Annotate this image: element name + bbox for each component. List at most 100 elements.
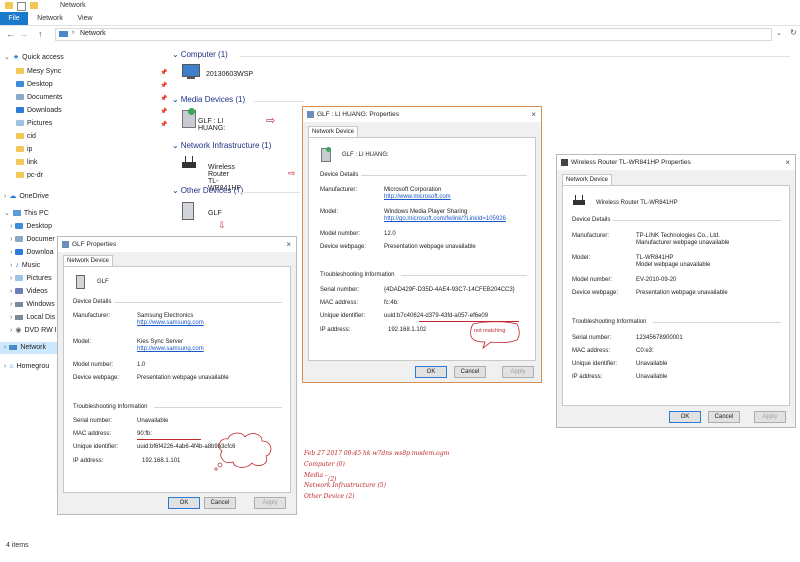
- up-icon[interactable]: ↑: [38, 29, 43, 39]
- section-divider: [401, 275, 527, 276]
- router-icon: [182, 162, 196, 168]
- sidebar-item-desktop[interactable]: › Desktop: [10, 221, 52, 233]
- tab-network[interactable]: Network: [32, 12, 68, 25]
- model-number-value: 1.0: [137, 362, 146, 368]
- sidebar-item-downloads[interactable]: › Downloa: [10, 247, 54, 259]
- group-header-computer[interactable]: ⌄ Computer (1): [172, 50, 228, 59]
- sidebar-item-downloads[interactable]: Downloads: [16, 105, 62, 117]
- sidebar-item-cid[interactable]: cid: [16, 131, 36, 143]
- sidebar-item-desktop[interactable]: Desktop: [16, 79, 53, 91]
- chevron-right-icon: ›: [4, 193, 7, 200]
- field-label: Manufacturer:: [73, 313, 111, 319]
- properties-icon[interactable]: [17, 2, 26, 11]
- sidebar-item-label: Network: [20, 344, 47, 351]
- sidebar-item-quick-access[interactable]: ⌄ ★ Quick access: [4, 52, 64, 64]
- manufacturer-link[interactable]: http://www.microsoft.com: [384, 194, 451, 200]
- dropdown-icon[interactable]: ⌄: [776, 29, 782, 37]
- cancel-button[interactable]: Cancel: [204, 497, 236, 509]
- pin-icon[interactable]: 📌: [160, 82, 167, 89]
- pin-icon[interactable]: 📌: [160, 108, 167, 115]
- device-label: GLF: [208, 210, 222, 217]
- sidebar-item-documents[interactable]: Documents: [16, 92, 62, 104]
- field-label: Serial number:: [320, 287, 360, 293]
- sidebar-item-mesy-sync[interactable]: Mesy Sync: [16, 66, 61, 78]
- sidebar-item-documents[interactable]: › Documer: [10, 234, 55, 246]
- close-icon[interactable]: ×: [286, 237, 291, 252]
- ok-button[interactable]: OK: [168, 497, 200, 509]
- apply-button[interactable]: Apply: [502, 366, 534, 378]
- back-icon[interactable]: ←: [6, 29, 15, 39]
- forward-icon[interactable]: →: [19, 29, 28, 39]
- tab-network-device[interactable]: Network Device: [562, 174, 613, 185]
- close-icon[interactable]: ×: [531, 107, 536, 122]
- group-title: Media Devices (1): [180, 95, 246, 104]
- sidebar-item-onedrive[interactable]: › ☁ OneDrive: [4, 191, 49, 203]
- sidebar-item-videos[interactable]: › Videos: [10, 286, 48, 298]
- sidebar-item-pictures[interactable]: › Pictures: [10, 273, 52, 285]
- manufacturer-link[interactable]: http://www.samsung.com: [137, 320, 204, 326]
- sidebar-item-label: Downloads: [27, 107, 62, 114]
- model-link[interactable]: http://go.microsoft.com/fwlink/?LinkId=1…: [384, 216, 506, 222]
- app-icon: [561, 159, 568, 166]
- field-label: IP address:: [73, 458, 104, 464]
- pin-icon[interactable]: 📌: [160, 95, 167, 102]
- dialog-glf-properties: GLF Properties × Network Device GLF Devi…: [57, 236, 297, 515]
- sidebar-item-ip[interactable]: ip: [16, 144, 32, 156]
- field-label: MAC address:: [73, 431, 112, 437]
- field-label: Device webpage:: [320, 244, 367, 250]
- field-label: Model:: [73, 339, 92, 345]
- ok-button[interactable]: OK: [669, 411, 701, 423]
- close-icon[interactable]: ×: [785, 155, 790, 170]
- chevron-down-icon: ⌄: [172, 186, 179, 195]
- sidebar-item-music[interactable]: › ♪ Music: [10, 260, 40, 272]
- sidebar-item-label: pc-dr: [27, 172, 43, 179]
- music-icon: ♪: [15, 262, 19, 269]
- field-label: MAC address:: [320, 300, 359, 306]
- section-troubleshooting: Troubleshooting Information: [572, 319, 647, 325]
- sidebar-item-pictures[interactable]: Pictures: [16, 118, 52, 130]
- new-folder-icon[interactable]: [30, 2, 38, 9]
- cancel-button[interactable]: Cancel: [454, 366, 486, 378]
- tab-network-device[interactable]: Network Device: [308, 126, 359, 137]
- sidebar-item-homegroup[interactable]: › ⌂ Homegrou: [4, 361, 49, 373]
- router-icon: [573, 200, 585, 205]
- model-link[interactable]: http://www.samsung.com: [137, 346, 204, 352]
- chevron-right-icon: ›: [10, 236, 13, 243]
- annotation-line-3: Media -: [304, 472, 327, 479]
- sidebar-item-network[interactable]: › Network: [0, 342, 64, 354]
- model-number-value: EV-2010-09-20: [636, 277, 677, 283]
- section-divider: [154, 407, 282, 408]
- field-label: IP address:: [320, 327, 351, 333]
- apply-button[interactable]: Apply: [254, 497, 286, 509]
- refresh-icon[interactable]: ↻: [790, 28, 797, 37]
- sidebar-item-this-pc[interactable]: ⌄ This PC: [4, 208, 49, 220]
- address-bar[interactable]: › Network: [55, 28, 772, 41]
- group-header-infrastructure[interactable]: ⌄ Network Infrastructure (1): [172, 141, 271, 150]
- cancel-button[interactable]: Cancel: [708, 411, 740, 423]
- group-header-media[interactable]: ⌄ Media Devices (1): [172, 95, 245, 104]
- sidebar-item-windows[interactable]: › Windows: [10, 299, 55, 311]
- pin-icon[interactable]: 📌: [160, 121, 167, 128]
- tab-network-device[interactable]: Network Device: [63, 255, 114, 266]
- field-label: Manufacturer:: [572, 233, 610, 239]
- apply-button[interactable]: Apply: [754, 411, 786, 423]
- sidebar-item-label: Local Dis: [26, 314, 56, 321]
- section-divider: [361, 175, 527, 176]
- ok-button[interactable]: OK: [415, 366, 447, 378]
- videos-icon: [15, 288, 24, 295]
- sidebar-item-link[interactable]: link: [16, 157, 38, 169]
- pin-icon[interactable]: 📌: [160, 69, 167, 76]
- chevron-right-icon: ›: [4, 363, 7, 370]
- serial-value: {4DAD429F-D35D-4AE4-93C7-14CFEB204CC3}: [384, 287, 515, 293]
- antenna-icon: [185, 156, 186, 162]
- tab-file[interactable]: File: [0, 12, 28, 25]
- field-label: Device webpage:: [572, 290, 619, 296]
- tab-view[interactable]: View: [72, 12, 98, 25]
- sidebar-item-local-disk[interactable]: › Local Dis: [10, 312, 55, 324]
- sidebar-item-pc-dr[interactable]: pc-dr: [16, 170, 43, 182]
- sidebar-item-dvd-rw[interactable]: › ◉ DVD RW I: [10, 325, 57, 337]
- group-header-other[interactable]: ⌄ Other Devices (1): [172, 186, 243, 195]
- field-label: Serial number:: [572, 335, 612, 341]
- section-device-details: Device Details: [320, 172, 359, 178]
- field-label: Model number:: [572, 277, 613, 283]
